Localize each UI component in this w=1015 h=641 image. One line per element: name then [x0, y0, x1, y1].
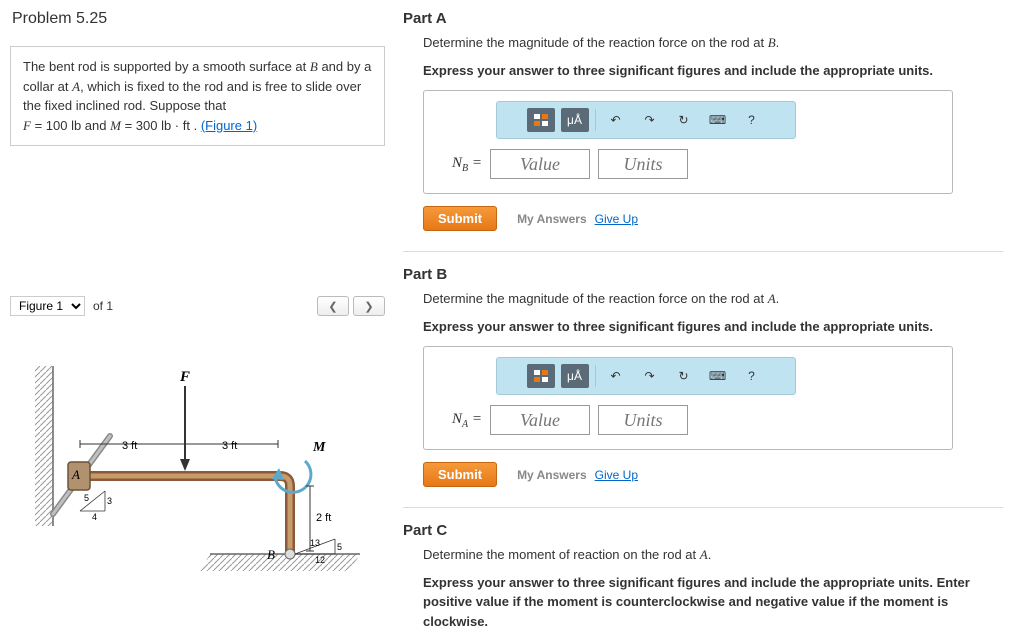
svg-text:5: 5 — [84, 493, 89, 503]
desc-var-f: F — [23, 118, 31, 133]
part-c-description: Determine the moment of reaction on the … — [423, 545, 1003, 565]
part-a-toolbar: μÅ ↶ ↷ ↻ ⌨ ? — [496, 101, 796, 139]
problem-description: The bent rod is supported by a smooth su… — [10, 46, 385, 146]
part-a-answer-box: μÅ ↶ ↷ ↻ ⌨ ? NB = — [423, 90, 953, 194]
symbols-button[interactable]: μÅ — [561, 108, 589, 132]
divider — [403, 251, 1003, 252]
svg-text:A: A — [71, 467, 80, 482]
desc-var-a: A — [72, 79, 80, 94]
part-a-submit-button[interactable]: Submit — [423, 206, 497, 231]
problem-title: Problem 5.25 — [0, 10, 395, 38]
figure-next-button[interactable]: ❯ — [353, 296, 385, 316]
part-b-title: Part B — [403, 266, 1003, 283]
part-b-var: A — [768, 291, 776, 306]
svg-text:5: 5 — [337, 542, 342, 552]
redo-button[interactable]: ↷ — [636, 108, 664, 132]
keyboard-button[interactable]: ⌨ — [704, 108, 732, 132]
svg-text:3: 3 — [107, 496, 112, 506]
part-a-answer-label: NB = — [436, 155, 482, 174]
part-b-give-up[interactable]: Give Up — [595, 468, 638, 482]
figure-select[interactable]: Figure 1 — [10, 296, 85, 316]
part-a-desc-text: Determine the magnitude of the reaction … — [423, 35, 768, 50]
part-b-submit-button[interactable]: Submit — [423, 462, 497, 487]
template-icon[interactable] — [527, 108, 555, 132]
redo-button[interactable]: ↷ — [636, 364, 664, 388]
svg-text:12: 12 — [315, 555, 325, 565]
svg-text:2 ft: 2 ft — [316, 512, 331, 524]
part-b-answer-label: NA = — [436, 411, 482, 430]
figure-count-label: of 1 — [93, 299, 113, 313]
reset-button[interactable]: ↻ — [670, 108, 698, 132]
figure-prev-button[interactable]: ❮ — [317, 296, 349, 316]
desc-text: = 300 lb · ft . — [121, 118, 201, 133]
part-b-instruction: Express your answer to three significant… — [423, 317, 1003, 337]
part-c-desc-end: . — [708, 547, 712, 562]
part-b-answer-box: μÅ ↶ ↷ ↻ ⌨ ? NA = — [423, 346, 953, 450]
part-b-desc-end: . — [776, 291, 780, 306]
part-c-instruction: Express your answer to three significant… — [423, 573, 1003, 632]
part-a-my-answers[interactable]: My Answers — [517, 212, 587, 226]
svg-text:3 ft: 3 ft — [122, 440, 137, 452]
part-a-description: Determine the magnitude of the reaction … — [423, 33, 1003, 53]
part-a-units-input[interactable] — [598, 149, 688, 179]
svg-text:B: B — [267, 547, 275, 562]
undo-button[interactable]: ↶ — [602, 108, 630, 132]
desc-text: = 100 lb and — [31, 118, 110, 133]
part-b-my-answers[interactable]: My Answers — [517, 468, 587, 482]
part-a-instruction: Express your answer to three significant… — [423, 61, 1003, 81]
part-a-desc-end: . — [776, 35, 780, 50]
part-b-toolbar: μÅ ↶ ↷ ↻ ⌨ ? — [496, 357, 796, 395]
desc-var-m: M — [110, 118, 121, 133]
part-b-value-input[interactable] — [490, 405, 590, 435]
svg-text:F: F — [179, 369, 190, 385]
divider — [403, 507, 1003, 508]
help-button[interactable]: ? — [738, 364, 766, 388]
svg-text:3 ft: 3 ft — [222, 440, 237, 452]
symbols-button[interactable]: μÅ — [561, 364, 589, 388]
figure-link[interactable]: (Figure 1) — [201, 118, 257, 133]
part-a-value-input[interactable] — [490, 149, 590, 179]
template-icon[interactable] — [527, 364, 555, 388]
part-a-var: B — [768, 35, 776, 50]
part-b-desc-text: Determine the magnitude of the reaction … — [423, 291, 768, 306]
figure-image: F M A B 3 ft 3 ft 2 ft 3 4 5 13 12 5 — [10, 336, 385, 581]
part-c-desc-text: Determine the moment of reaction on the … — [423, 547, 700, 562]
part-a-title: Part A — [403, 10, 1003, 27]
undo-button[interactable]: ↶ — [602, 364, 630, 388]
part-c-title: Part C — [403, 522, 1003, 539]
svg-text:13: 13 — [310, 538, 320, 548]
figure-nav-bar: Figure 1 of 1 ❮ ❯ — [10, 296, 385, 316]
svg-text:M: M — [312, 440, 326, 455]
part-b-description: Determine the magnitude of the reaction … — [423, 289, 1003, 309]
part-a-give-up[interactable]: Give Up — [595, 212, 638, 226]
help-button[interactable]: ? — [738, 108, 766, 132]
part-b-units-input[interactable] — [598, 405, 688, 435]
reset-button[interactable]: ↻ — [670, 364, 698, 388]
part-c-var: A — [700, 547, 708, 562]
desc-var-b: B — [310, 59, 318, 74]
svg-text:4: 4 — [92, 512, 97, 522]
keyboard-button[interactable]: ⌨ — [704, 364, 732, 388]
desc-text: The bent rod is supported by a smooth su… — [23, 59, 310, 74]
